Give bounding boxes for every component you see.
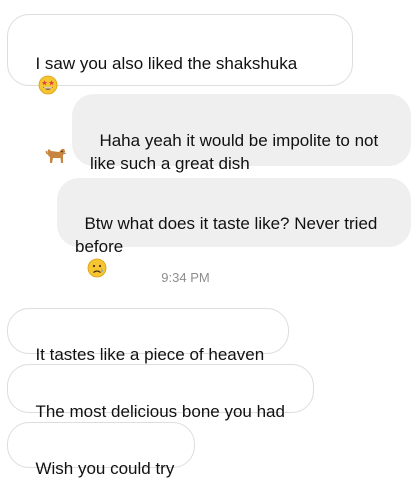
message-text: Btw what does it taste like? Never tried… [75,214,378,256]
message-text: Haha yeah it would be impolite to not li… [90,131,379,173]
message-text: It tastes like a piece of heaven [35,345,265,364]
message-bubble-outgoing[interactable]: Btw what does it taste like? Never tried… [57,178,411,278]
star-struck-emoji-icon [39,75,58,95]
message-text: I saw you also liked the shakshuka [35,54,298,73]
message-bubble-incoming[interactable]: I saw you also liked the shakshuka [7,14,353,163]
dog-emoji-icon [45,148,66,163]
message-text: The most delicious bone you had [35,402,285,421]
message-text: Wish you could try [35,459,175,478]
message-bubble-outgoing[interactable]: Haha yeah it would be impolite to not li… [72,94,411,173]
message-bubble-incoming[interactable]: The most delicious bone you had [7,364,314,421]
message-timestamp: 9:34 PM [161,270,210,285]
message-bubble-incoming[interactable]: It tastes like a piece of heaven [7,308,289,364]
message-bubble-incoming[interactable]: Wish you could try [7,422,195,478]
